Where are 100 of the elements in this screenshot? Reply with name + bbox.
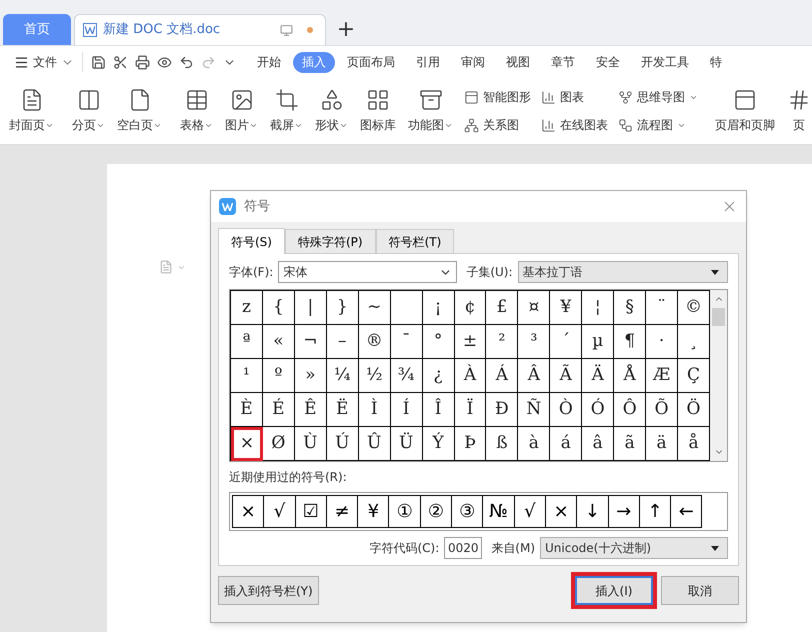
ribbon-button[interactable]: 页 bbox=[782, 82, 812, 140]
font-dropdown[interactable]: 宋体 bbox=[278, 261, 458, 283]
symbol-cell[interactable]: ¬ bbox=[294, 325, 327, 359]
symbol-cell[interactable] bbox=[390, 291, 423, 325]
symbol-cell[interactable]: ¾ bbox=[390, 359, 423, 393]
symbol-cell[interactable]: ² bbox=[486, 325, 518, 359]
symbol-cell[interactable]: Ä bbox=[582, 359, 614, 393]
dialog-button[interactable]: 插入到符号栏(Y) bbox=[218, 576, 319, 605]
symbol-cell[interactable]: º bbox=[262, 359, 295, 393]
recent-symbol-cell[interactable]: × bbox=[546, 496, 578, 528]
recent-symbol-cell[interactable]: ↑ bbox=[640, 496, 672, 528]
ribbon-button[interactable]: 智能图形 bbox=[464, 85, 531, 109]
symbol-cell[interactable]: Þ bbox=[454, 427, 486, 461]
ribbon-button[interactable]: 截屏 bbox=[265, 82, 308, 140]
symbol-cell[interactable]: ã bbox=[614, 427, 646, 461]
recent-symbol-cell[interactable]: ≠ bbox=[326, 496, 358, 528]
ribbon-button[interactable]: 封面页 bbox=[4, 82, 59, 140]
symbol-cell[interactable]: ¤ bbox=[518, 291, 550, 325]
symbol-cell[interactable]: Ã bbox=[550, 359, 582, 393]
symbol-cell[interactable]: É bbox=[262, 393, 295, 427]
symbol-cell[interactable]: Â bbox=[518, 359, 550, 393]
file-menu[interactable]: 文件 bbox=[14, 53, 74, 71]
recent-symbol-cell[interactable]: → bbox=[608, 496, 640, 528]
symbol-cell[interactable]: } bbox=[326, 291, 359, 325]
print-icon[interactable] bbox=[135, 54, 150, 70]
symbol-cell[interactable]: Ù bbox=[294, 427, 327, 461]
symbol-cell[interactable]: £ bbox=[486, 291, 518, 325]
new-tab-button[interactable]: + bbox=[326, 14, 366, 45]
symbol-cell[interactable]: ¥ bbox=[550, 291, 582, 325]
symbol-cell[interactable]: à bbox=[518, 427, 550, 461]
recent-symbol-cell[interactable]: √ bbox=[514, 496, 546, 528]
symbol-cell[interactable]: Á bbox=[486, 359, 518, 393]
undo-icon[interactable] bbox=[179, 54, 194, 70]
symbol-cell[interactable]: Í bbox=[390, 393, 423, 427]
symbol-cell[interactable]: ¡ bbox=[422, 291, 455, 325]
subset-dropdown[interactable]: 基本拉丁语 bbox=[518, 261, 728, 283]
symbol-cell[interactable]: ´ bbox=[550, 325, 582, 359]
ribbon-button[interactable]: 关系图 bbox=[464, 113, 531, 137]
ribbon-tab[interactable]: 审阅 bbox=[452, 52, 494, 72]
ribbon-button[interactable]: 形状 bbox=[310, 82, 353, 140]
dialog-tab[interactable]: 特殊字符(P) bbox=[284, 229, 376, 253]
symbol-cell[interactable]: ~ bbox=[358, 291, 391, 325]
symbol-cell[interactable]: â bbox=[582, 427, 614, 461]
ribbon-button[interactable]: 分页 bbox=[67, 82, 110, 140]
ribbon-button[interactable]: 图表 bbox=[541, 85, 608, 109]
recent-symbol-cell[interactable]: √ bbox=[264, 496, 296, 528]
ribbon-button[interactable]: 功能图 bbox=[403, 82, 458, 140]
symbol-cell[interactable]: ¼ bbox=[326, 359, 359, 393]
symbol-cell[interactable]: ³ bbox=[518, 325, 550, 359]
symbol-cell[interactable]: { bbox=[262, 291, 295, 325]
ribbon-button[interactable]: 在线图表 bbox=[541, 113, 608, 137]
symbol-cell[interactable]: Õ bbox=[646, 393, 678, 427]
ribbon-tab[interactable]: 安全 bbox=[587, 52, 629, 72]
symbol-cell[interactable]: Ñ bbox=[518, 393, 550, 427]
dialog-tab[interactable]: 符号栏(T) bbox=[376, 229, 454, 253]
symbol-cell[interactable]: ° bbox=[422, 325, 455, 359]
symbol-cell[interactable]: È bbox=[231, 393, 263, 427]
symbol-cell[interactable]: ¶ bbox=[614, 325, 646, 359]
symbol-cell[interactable]: – bbox=[326, 325, 359, 359]
save-icon[interactable] bbox=[91, 54, 106, 70]
ribbon-tab[interactable]: 引用 bbox=[407, 52, 449, 72]
ribbon-button[interactable]: 页眉和页脚 bbox=[710, 82, 780, 140]
ribbon-tab[interactable]: 特 bbox=[701, 52, 731, 72]
symbol-cell[interactable]: À bbox=[454, 359, 486, 393]
scrollbar[interactable] bbox=[710, 290, 727, 461]
symbol-cell[interactable]: Ò bbox=[550, 393, 582, 427]
symbol-cell[interactable]: ® bbox=[358, 325, 391, 359]
symbol-cell[interactable]: µ bbox=[582, 325, 614, 359]
symbol-cell[interactable]: ¹ bbox=[231, 359, 263, 393]
symbol-cell[interactable]: ß bbox=[486, 427, 518, 461]
ribbon-button[interactable]: 流程图 bbox=[618, 113, 698, 137]
recent-symbol-cell[interactable]: ¥ bbox=[358, 496, 390, 528]
scissors-icon[interactable] bbox=[113, 54, 128, 70]
symbol-cell[interactable]: Ü bbox=[390, 427, 423, 461]
ribbon-button[interactable]: 表格 bbox=[175, 82, 218, 140]
dialog-tab[interactable]: 符号(S) bbox=[218, 228, 285, 254]
scrollbar-thumb[interactable] bbox=[712, 308, 725, 326]
recent-symbol-cell[interactable]: ← bbox=[671, 496, 702, 528]
symbol-cell[interactable]: z bbox=[231, 291, 263, 325]
symbol-cell[interactable]: ¯ bbox=[390, 325, 423, 359]
symbol-cell[interactable]: Æ bbox=[646, 359, 678, 393]
char-code-field[interactable]: 0020 bbox=[444, 537, 482, 559]
symbol-cell[interactable]: Ë bbox=[326, 393, 359, 427]
ribbon-button[interactable]: 图片 bbox=[220, 82, 263, 140]
ribbon-tab[interactable]: 开发工具 bbox=[632, 52, 698, 72]
ribbon-tab[interactable]: 页面布局 bbox=[338, 52, 404, 72]
symbol-cell[interactable]: ¿ bbox=[422, 359, 455, 393]
symbol-cell[interactable]: Ð bbox=[486, 393, 518, 427]
recent-symbol-cell[interactable]: ② bbox=[420, 496, 452, 528]
symbol-cell[interactable]: ä bbox=[646, 427, 678, 461]
symbol-cell[interactable]: Ï bbox=[454, 393, 486, 427]
symbol-cell[interactable]: Ó bbox=[582, 393, 614, 427]
ribbon-tab[interactable]: 章节 bbox=[542, 52, 584, 72]
symbol-cell[interactable]: « bbox=[262, 325, 295, 359]
symbol-cell[interactable]: Ø bbox=[262, 427, 295, 461]
preview-icon[interactable] bbox=[157, 54, 172, 70]
symbol-cell[interactable]: ¢ bbox=[454, 291, 486, 325]
recent-symbol-cell[interactable]: ③ bbox=[452, 496, 484, 528]
recent-symbol-cell[interactable]: № bbox=[483, 496, 515, 528]
ribbon-button[interactable]: 图标库 bbox=[355, 82, 401, 140]
